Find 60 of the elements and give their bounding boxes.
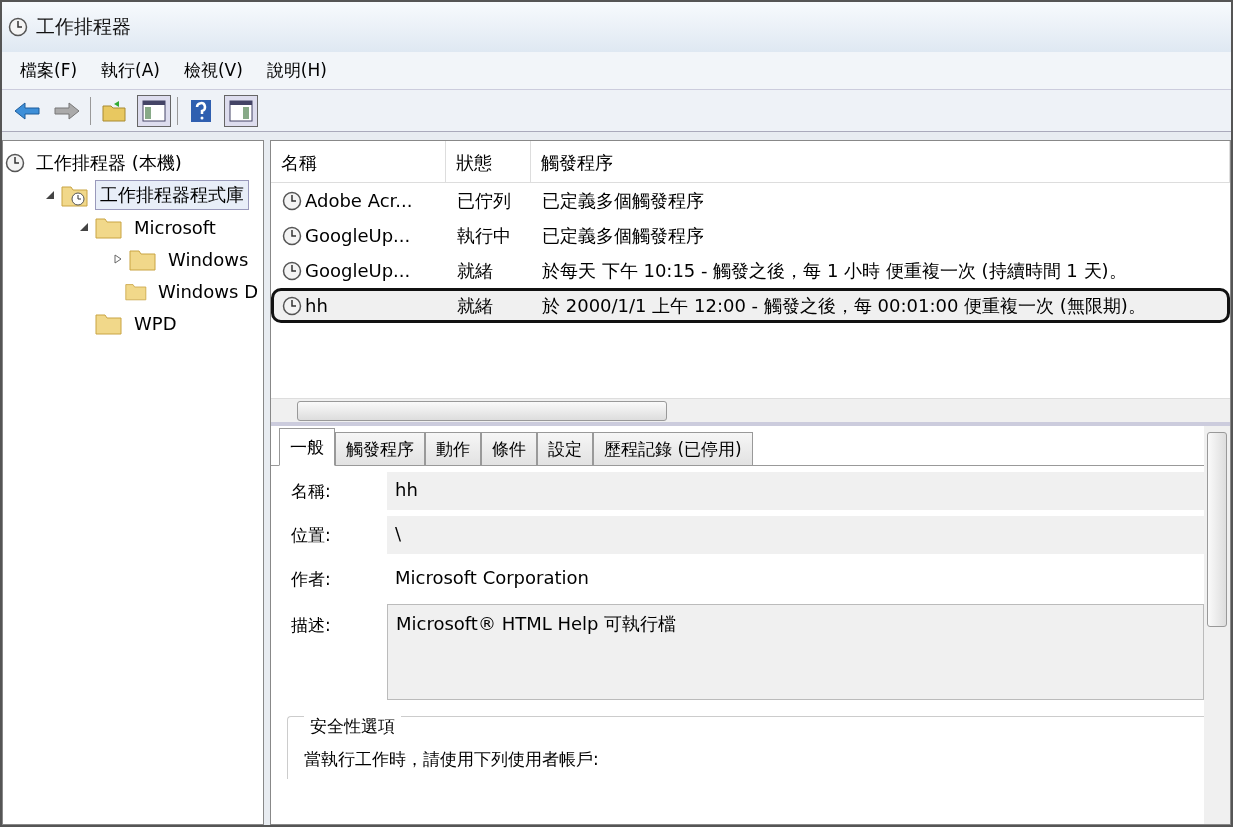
tab[interactable]: 動作 (425, 432, 481, 466)
table-cell-text: 執行中 (456, 223, 512, 248)
text-field[interactable]: Microsoft® HTML Help 可執行檔 (387, 604, 1204, 700)
tab[interactable]: 一般 (279, 428, 335, 466)
group-title: 安全性選項 (304, 715, 401, 738)
field-label: 描述: (291, 614, 332, 637)
folder-icon (95, 215, 123, 239)
tree-item[interactable]: Microsoft (129, 213, 221, 241)
field-value: Microsoft Corporation (394, 566, 590, 590)
action-pane-button[interactable] (224, 94, 258, 127)
tab[interactable]: 觸發程序 (335, 432, 425, 466)
field-label: 位置: (291, 523, 332, 547)
menu-item[interactable]: 檔案(F) (10, 55, 88, 86)
menu-item[interactable]: 檢視(V) (173, 55, 253, 86)
column-header[interactable]: 觸發程序 (531, 141, 1230, 182)
tab[interactable]: 設定 (537, 432, 593, 466)
text-field[interactable]: hh (387, 472, 1204, 510)
tree-item[interactable]: Windows D (153, 277, 263, 305)
group-text: 當執行工作時，請使用下列使用者帳戶: (304, 748, 600, 771)
vertical-scrollbar[interactable] (1204, 426, 1230, 824)
menu-item[interactable]: 執行(A) (91, 55, 170, 86)
tab[interactable]: 條件 (481, 432, 537, 466)
task-clock-icon (282, 190, 302, 211)
task-clock-icon (282, 295, 302, 316)
table-cell-text: 已定義多個觸發程序 (541, 188, 705, 213)
field-label: 作者: (291, 567, 332, 591)
highlighted-table-row[interactable]: hh 就緒 於 2000/1/1 上午 12:00 - 觸發之後，每 00:01:00 便重複一次 (無限期)。 (271, 288, 1230, 323)
column-header[interactable]: 狀態 (446, 141, 531, 182)
folder-clock-icon (61, 183, 89, 207)
menu-item[interactable]: 說明(H) (256, 55, 337, 86)
task-clock-icon (282, 260, 302, 281)
tree-item[interactable]: Windows (163, 245, 254, 273)
column-header[interactable]: 名稱 (271, 141, 446, 182)
table-row[interactable]: Adobe Acr... 已佇列 已定義多個觸發程序 (271, 183, 1230, 218)
tab[interactable]: 歷程記錄 (已停用) (593, 432, 753, 466)
table-row[interactable]: GoogleUp... 就緒 於每天 下午 10:15 - 觸發之後，每 1 小時 便重複一次 (持續時間 1 天)。 (271, 253, 1230, 288)
console-tree-button[interactable] (137, 94, 171, 127)
tree-item[interactable]: 工作排程器 (本機) (31, 148, 187, 178)
clock-icon (5, 153, 25, 173)
task-clock-icon (282, 225, 302, 246)
folder-icon (95, 311, 123, 335)
table-cell-text: 已定義多個觸發程序 (541, 223, 705, 248)
table-row[interactable]: GoogleUp... 執行中 已定義多個觸發程序 (271, 218, 1230, 253)
folder-icon (129, 247, 157, 271)
text-field[interactable]: \ (387, 516, 1204, 554)
field-label: 名稱: (291, 479, 332, 503)
table-cell-text: 就緒 (456, 258, 494, 283)
table-cell: hh (305, 295, 328, 316)
table-cell: GoogleUp... (305, 260, 411, 281)
table-cell-text: 於每天 下午 10:15 - 觸發之後，每 1 小時 便重複一次 (持續時間 1 天)。 (541, 258, 1128, 283)
tree-item[interactable]: 工作排程器程式庫 (95, 180, 249, 210)
table-cell-text: 就緒 (456, 293, 494, 318)
horizontal-scrollbar[interactable] (271, 398, 1230, 422)
table-cell: Adobe Acr... (305, 190, 413, 211)
app-clock-icon (8, 17, 28, 37)
table-cell: GoogleUp... (305, 225, 411, 246)
tree-item[interactable]: WPD (129, 309, 182, 337)
window-title: 工作排程器 (36, 14, 131, 39)
table-cell-text: 於 2000/1/1 上午 12:00 - 觸發之後，每 00:01:00 便重複一次 (無限期)。 (541, 293, 1147, 318)
table-cell-text: 已佇列 (456, 188, 512, 213)
